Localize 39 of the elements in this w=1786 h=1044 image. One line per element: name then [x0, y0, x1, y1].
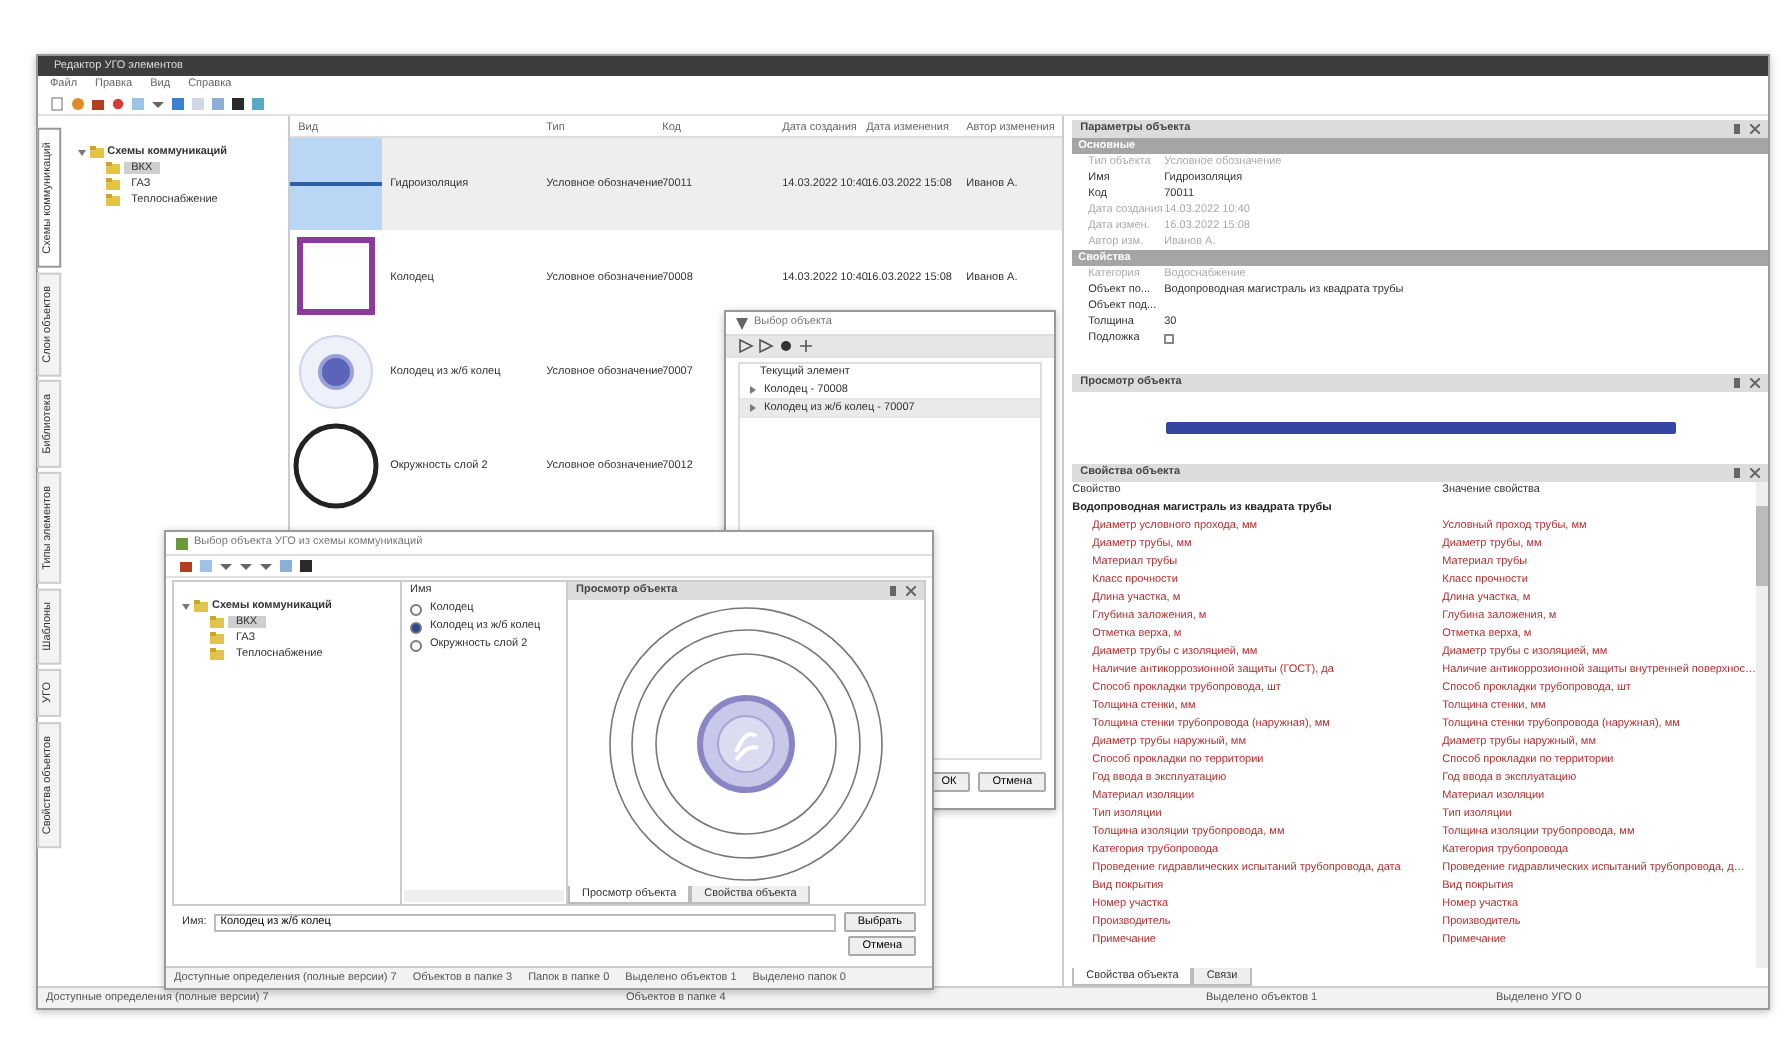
close-icon[interactable]: [1750, 468, 1760, 478]
circle-icon[interactable]: [110, 96, 126, 112]
checkbox[interactable]: [1164, 333, 1175, 343]
pin-icon[interactable]: [1732, 468, 1742, 478]
radio-button[interactable]: [410, 621, 422, 633]
box-icon[interactable]: [90, 96, 106, 112]
folder-icon: [105, 194, 120, 206]
folder-icon: [105, 162, 120, 174]
folder-icon: [89, 146, 104, 158]
pin-icon[interactable]: [888, 586, 898, 596]
folder-icon: [210, 648, 224, 660]
app-icon: [736, 317, 748, 329]
expand-icon[interactable]: [748, 404, 756, 412]
close-icon[interactable]: [1750, 378, 1760, 388]
square-icon[interactable]: [230, 96, 246, 112]
scrollbar[interactable]: [404, 890, 564, 902]
caret-icon[interactable]: [150, 96, 166, 112]
expand-icon[interactable]: [748, 386, 756, 394]
folder-icon: [210, 632, 224, 644]
line-thumbnail: [290, 138, 383, 230]
collapse-icon[interactable]: [77, 148, 86, 156]
box-icon[interactable]: [178, 558, 194, 574]
app-icon: [176, 537, 188, 549]
folder-icon: [105, 178, 120, 190]
circle-thumbnail: [290, 420, 383, 512]
folder-icon: [194, 600, 208, 612]
record-icon[interactable]: [778, 338, 794, 354]
square-icon[interactable]: [298, 558, 314, 574]
pin-icon[interactable]: [1732, 124, 1742, 134]
circle-icon[interactable]: [70, 96, 86, 112]
collapse-icon[interactable]: [182, 602, 190, 610]
pin-icon[interactable]: [1732, 378, 1742, 388]
folder-icon: [210, 616, 224, 628]
close-icon[interactable]: [906, 586, 916, 596]
radio-button[interactable]: [410, 603, 422, 615]
radio-button[interactable]: [410, 639, 422, 651]
scrollbar[interactable]: [1756, 482, 1768, 968]
close-icon[interactable]: [1750, 124, 1760, 134]
add-icon[interactable]: [798, 338, 814, 354]
